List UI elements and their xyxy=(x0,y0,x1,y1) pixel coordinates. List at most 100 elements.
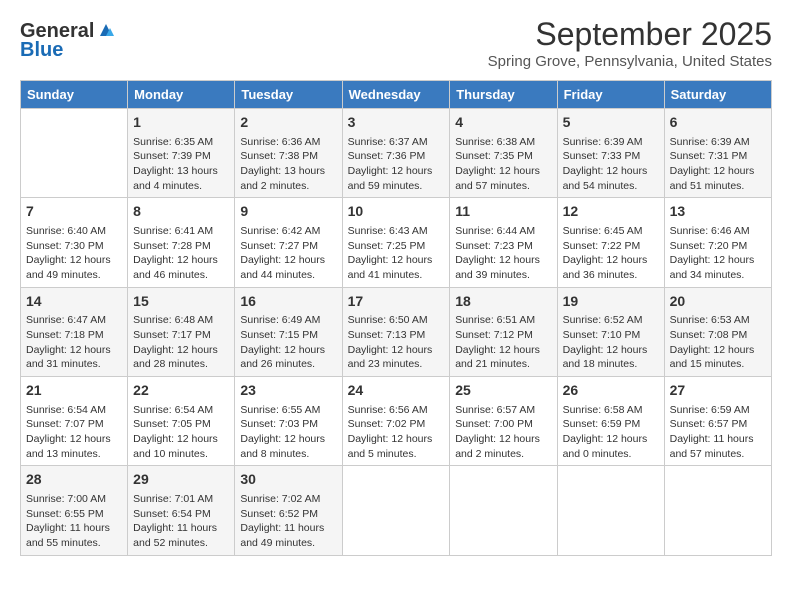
cell-info: Sunrise: 6:44 AM Sunset: 7:23 PM Dayligh… xyxy=(455,224,551,283)
calendar-cell: 21Sunrise: 6:54 AM Sunset: 7:07 PM Dayli… xyxy=(21,377,128,466)
calendar-cell: 22Sunrise: 6:54 AM Sunset: 7:05 PM Dayli… xyxy=(128,377,235,466)
calendar-week-4: 21Sunrise: 6:54 AM Sunset: 7:07 PM Dayli… xyxy=(21,377,772,466)
calendar-cell: 14Sunrise: 6:47 AM Sunset: 7:18 PM Dayli… xyxy=(21,287,128,376)
cell-info: Sunrise: 6:37 AM Sunset: 7:36 PM Dayligh… xyxy=(348,135,445,194)
day-number: 9 xyxy=(240,202,336,222)
day-number: 14 xyxy=(26,292,122,312)
calendar-cell: 15Sunrise: 6:48 AM Sunset: 7:17 PM Dayli… xyxy=(128,287,235,376)
calendar-cell: 29Sunrise: 7:01 AM Sunset: 6:54 PM Dayli… xyxy=(128,466,235,555)
cell-info: Sunrise: 6:53 AM Sunset: 7:08 PM Dayligh… xyxy=(670,313,766,372)
cell-info: Sunrise: 6:58 AM Sunset: 6:59 PM Dayligh… xyxy=(563,403,659,462)
calendar-cell xyxy=(21,109,128,198)
calendar-cell: 16Sunrise: 6:49 AM Sunset: 7:15 PM Dayli… xyxy=(235,287,342,376)
cell-info: Sunrise: 6:48 AM Sunset: 7:17 PM Dayligh… xyxy=(133,313,229,372)
calendar-cell: 6Sunrise: 6:39 AM Sunset: 7:31 PM Daylig… xyxy=(664,109,771,198)
cell-info: Sunrise: 6:42 AM Sunset: 7:27 PM Dayligh… xyxy=(240,224,336,283)
calendar-cell xyxy=(664,466,771,555)
cell-info: Sunrise: 6:46 AM Sunset: 7:20 PM Dayligh… xyxy=(670,224,766,283)
month-title: September 2025 xyxy=(488,16,772,53)
day-number: 18 xyxy=(455,292,551,312)
day-header-thursday: Thursday xyxy=(450,81,557,109)
day-number: 8 xyxy=(133,202,229,222)
day-header-sunday: Sunday xyxy=(21,81,128,109)
cell-info: Sunrise: 6:43 AM Sunset: 7:25 PM Dayligh… xyxy=(348,224,445,283)
day-number: 19 xyxy=(563,292,659,312)
day-number: 30 xyxy=(240,470,336,490)
day-header-tuesday: Tuesday xyxy=(235,81,342,109)
cell-info: Sunrise: 6:52 AM Sunset: 7:10 PM Dayligh… xyxy=(563,313,659,372)
cell-info: Sunrise: 6:35 AM Sunset: 7:39 PM Dayligh… xyxy=(133,135,229,194)
day-number: 10 xyxy=(348,202,445,222)
calendar-week-1: 1Sunrise: 6:35 AM Sunset: 7:39 PM Daylig… xyxy=(21,109,772,198)
calendar-cell: 17Sunrise: 6:50 AM Sunset: 7:13 PM Dayli… xyxy=(342,287,450,376)
calendar-cell xyxy=(342,466,450,555)
day-number: 15 xyxy=(133,292,229,312)
day-number: 24 xyxy=(348,381,445,401)
calendar-cell: 7Sunrise: 6:40 AM Sunset: 7:30 PM Daylig… xyxy=(21,198,128,287)
calendar-cell: 8Sunrise: 6:41 AM Sunset: 7:28 PM Daylig… xyxy=(128,198,235,287)
cell-info: Sunrise: 6:54 AM Sunset: 7:07 PM Dayligh… xyxy=(26,403,122,462)
calendar-week-3: 14Sunrise: 6:47 AM Sunset: 7:18 PM Dayli… xyxy=(21,287,772,376)
cell-info: Sunrise: 6:56 AM Sunset: 7:02 PM Dayligh… xyxy=(348,403,445,462)
day-header-wednesday: Wednesday xyxy=(342,81,450,109)
cell-info: Sunrise: 6:39 AM Sunset: 7:31 PM Dayligh… xyxy=(670,135,766,194)
calendar-cell: 4Sunrise: 6:38 AM Sunset: 7:35 PM Daylig… xyxy=(450,109,557,198)
calendar-cell: 12Sunrise: 6:45 AM Sunset: 7:22 PM Dayli… xyxy=(557,198,664,287)
cell-info: Sunrise: 6:50 AM Sunset: 7:13 PM Dayligh… xyxy=(348,313,445,372)
day-number: 27 xyxy=(670,381,766,401)
cell-info: Sunrise: 6:55 AM Sunset: 7:03 PM Dayligh… xyxy=(240,403,336,462)
day-number: 29 xyxy=(133,470,229,490)
calendar-cell: 5Sunrise: 6:39 AM Sunset: 7:33 PM Daylig… xyxy=(557,109,664,198)
calendar-cell: 24Sunrise: 6:56 AM Sunset: 7:02 PM Dayli… xyxy=(342,377,450,466)
calendar-cell: 30Sunrise: 7:02 AM Sunset: 6:52 PM Dayli… xyxy=(235,466,342,555)
day-number: 11 xyxy=(455,202,551,222)
day-number: 17 xyxy=(348,292,445,312)
calendar-cell: 23Sunrise: 6:55 AM Sunset: 7:03 PM Dayli… xyxy=(235,377,342,466)
cell-info: Sunrise: 6:40 AM Sunset: 7:30 PM Dayligh… xyxy=(26,224,122,283)
page-header: General Blue September 2025 Spring Grove… xyxy=(20,16,772,70)
calendar-cell: 20Sunrise: 6:53 AM Sunset: 7:08 PM Dayli… xyxy=(664,287,771,376)
cell-info: Sunrise: 6:47 AM Sunset: 7:18 PM Dayligh… xyxy=(26,313,122,372)
day-header-friday: Friday xyxy=(557,81,664,109)
day-number: 23 xyxy=(240,381,336,401)
calendar-cell: 11Sunrise: 6:44 AM Sunset: 7:23 PM Dayli… xyxy=(450,198,557,287)
logo-blue: Blue xyxy=(20,39,63,62)
calendar-cell: 27Sunrise: 6:59 AM Sunset: 6:57 PM Dayli… xyxy=(664,377,771,466)
day-number: 12 xyxy=(563,202,659,222)
day-number: 20 xyxy=(670,292,766,312)
logo-icon xyxy=(96,22,114,40)
cell-info: Sunrise: 6:39 AM Sunset: 7:33 PM Dayligh… xyxy=(563,135,659,194)
day-number: 21 xyxy=(26,381,122,401)
cell-info: Sunrise: 7:01 AM Sunset: 6:54 PM Dayligh… xyxy=(133,492,229,551)
day-number: 2 xyxy=(240,113,336,133)
day-number: 26 xyxy=(563,381,659,401)
calendar-cell: 13Sunrise: 6:46 AM Sunset: 7:20 PM Dayli… xyxy=(664,198,771,287)
calendar-cell xyxy=(557,466,664,555)
day-number: 25 xyxy=(455,381,551,401)
day-header-row: SundayMondayTuesdayWednesdayThursdayFrid… xyxy=(21,81,772,109)
day-number: 22 xyxy=(133,381,229,401)
logo: General Blue xyxy=(20,20,114,62)
day-number: 16 xyxy=(240,292,336,312)
day-number: 3 xyxy=(348,113,445,133)
cell-info: Sunrise: 6:49 AM Sunset: 7:15 PM Dayligh… xyxy=(240,313,336,372)
cell-info: Sunrise: 7:00 AM Sunset: 6:55 PM Dayligh… xyxy=(26,492,122,551)
calendar-cell: 19Sunrise: 6:52 AM Sunset: 7:10 PM Dayli… xyxy=(557,287,664,376)
calendar-cell: 26Sunrise: 6:58 AM Sunset: 6:59 PM Dayli… xyxy=(557,377,664,466)
location-subtitle: Spring Grove, Pennsylvania, United State… xyxy=(488,53,772,70)
calendar-week-2: 7Sunrise: 6:40 AM Sunset: 7:30 PM Daylig… xyxy=(21,198,772,287)
day-number: 1 xyxy=(133,113,229,133)
calendar-cell: 1Sunrise: 6:35 AM Sunset: 7:39 PM Daylig… xyxy=(128,109,235,198)
calendar-cell: 10Sunrise: 6:43 AM Sunset: 7:25 PM Dayli… xyxy=(342,198,450,287)
calendar-cell: 28Sunrise: 7:00 AM Sunset: 6:55 PM Dayli… xyxy=(21,466,128,555)
calendar-cell: 18Sunrise: 6:51 AM Sunset: 7:12 PM Dayli… xyxy=(450,287,557,376)
cell-info: Sunrise: 6:38 AM Sunset: 7:35 PM Dayligh… xyxy=(455,135,551,194)
calendar-cell: 25Sunrise: 6:57 AM Sunset: 7:00 PM Dayli… xyxy=(450,377,557,466)
cell-info: Sunrise: 6:54 AM Sunset: 7:05 PM Dayligh… xyxy=(133,403,229,462)
day-header-saturday: Saturday xyxy=(664,81,771,109)
calendar-cell: 2Sunrise: 6:36 AM Sunset: 7:38 PM Daylig… xyxy=(235,109,342,198)
calendar-cell: 9Sunrise: 6:42 AM Sunset: 7:27 PM Daylig… xyxy=(235,198,342,287)
cell-info: Sunrise: 6:51 AM Sunset: 7:12 PM Dayligh… xyxy=(455,313,551,372)
cell-info: Sunrise: 6:59 AM Sunset: 6:57 PM Dayligh… xyxy=(670,403,766,462)
calendar-table: SundayMondayTuesdayWednesdayThursdayFrid… xyxy=(20,80,772,556)
